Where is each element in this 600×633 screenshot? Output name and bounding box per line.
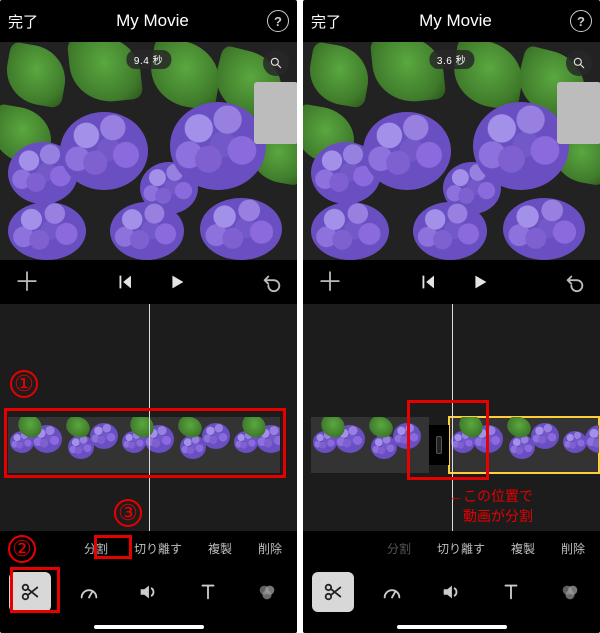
- tool-speed[interactable]: [68, 572, 110, 612]
- text-icon: [197, 581, 219, 603]
- speedometer-icon: [381, 581, 403, 603]
- play-button[interactable]: [469, 271, 491, 293]
- add-media-button[interactable]: ＋: [14, 269, 40, 295]
- tool-volume[interactable]: [127, 572, 169, 612]
- speaker-icon: [137, 581, 159, 603]
- tool-scissors[interactable]: [9, 572, 51, 612]
- home-indicator: [0, 619, 297, 633]
- action-detach[interactable]: 切り離す: [434, 538, 488, 559]
- annotation-note: ←この位置で 動画が分割: [449, 486, 533, 527]
- annotation-1: ①: [10, 370, 38, 398]
- help-button[interactable]: ?: [570, 10, 592, 32]
- video-clip-b[interactable]: [449, 417, 599, 473]
- help-button[interactable]: ?: [267, 10, 289, 32]
- zoom-button[interactable]: [263, 50, 289, 76]
- scissors-icon: [322, 581, 344, 603]
- video-clip[interactable]: [8, 417, 280, 473]
- clip-transition[interactable]: [429, 425, 449, 465]
- screenshot-right: 完了 My Movie ? 3.6 秒: [303, 0, 600, 633]
- action-detach[interactable]: 切り離す: [131, 538, 185, 559]
- preview-image: [0, 42, 297, 260]
- magnify-icon: [269, 56, 283, 70]
- timeline[interactable]: ←この位置で 動画が分割: [303, 304, 600, 531]
- video-clip-a[interactable]: [311, 417, 429, 473]
- action-split[interactable]: 分割: [384, 538, 414, 559]
- playhead[interactable]: [149, 304, 151, 531]
- header: 完了 My Movie ?: [303, 0, 600, 42]
- tool-text[interactable]: [187, 572, 229, 612]
- toolbar: [0, 565, 297, 619]
- undo-button[interactable]: [261, 271, 283, 293]
- scissors-icon: [19, 581, 41, 603]
- header: 完了 My Movie ?: [0, 0, 297, 42]
- play-button[interactable]: [166, 271, 188, 293]
- undo-button[interactable]: [564, 271, 586, 293]
- edit-action-bar: 分割 切り離す 複製 削除: [0, 531, 297, 565]
- tool-text[interactable]: [490, 572, 532, 612]
- project-title: My Movie: [419, 11, 492, 31]
- timeline[interactable]: ① ③: [0, 304, 297, 531]
- annotation-2: ②: [8, 535, 36, 563]
- done-button[interactable]: 完了: [8, 11, 38, 32]
- skip-back-button[interactable]: [417, 271, 439, 293]
- action-delete[interactable]: 削除: [558, 538, 588, 559]
- tool-speed[interactable]: [371, 572, 413, 612]
- video-preview[interactable]: 3.6 秒: [303, 42, 600, 260]
- filters-icon: [559, 581, 581, 603]
- action-split[interactable]: 分割: [81, 538, 111, 559]
- tool-filters[interactable]: [549, 572, 591, 612]
- add-media-button[interactable]: ＋: [317, 269, 343, 295]
- preview-image: [303, 42, 600, 260]
- edit-action-bar: 分割 切り離す 複製 削除: [303, 531, 600, 565]
- action-delete[interactable]: 削除: [255, 538, 285, 559]
- screenshot-left: 完了 My Movie ? 9.4 秒: [0, 0, 297, 633]
- home-indicator: [303, 619, 600, 633]
- time-badge: 3.6 秒: [429, 50, 474, 69]
- filters-icon: [256, 581, 278, 603]
- project-title: My Movie: [116, 11, 189, 31]
- skip-back-button[interactable]: [114, 271, 136, 293]
- transport-bar: ＋: [0, 260, 297, 304]
- transport-bar: ＋: [303, 260, 600, 304]
- tool-volume[interactable]: [430, 572, 472, 612]
- toolbar: [303, 565, 600, 619]
- tool-scissors[interactable]: [312, 572, 354, 612]
- done-button[interactable]: 完了: [311, 11, 341, 32]
- zoom-button[interactable]: [566, 50, 592, 76]
- speaker-icon: [440, 581, 462, 603]
- magnify-icon: [572, 56, 586, 70]
- action-duplicate[interactable]: 複製: [508, 538, 538, 559]
- annotation-3: ③: [114, 499, 142, 527]
- time-badge: 9.4 秒: [126, 50, 171, 69]
- video-preview[interactable]: 9.4 秒: [0, 42, 297, 260]
- speedometer-icon: [78, 581, 100, 603]
- tool-filters[interactable]: [246, 572, 288, 612]
- text-icon: [500, 581, 522, 603]
- action-duplicate[interactable]: 複製: [205, 538, 235, 559]
